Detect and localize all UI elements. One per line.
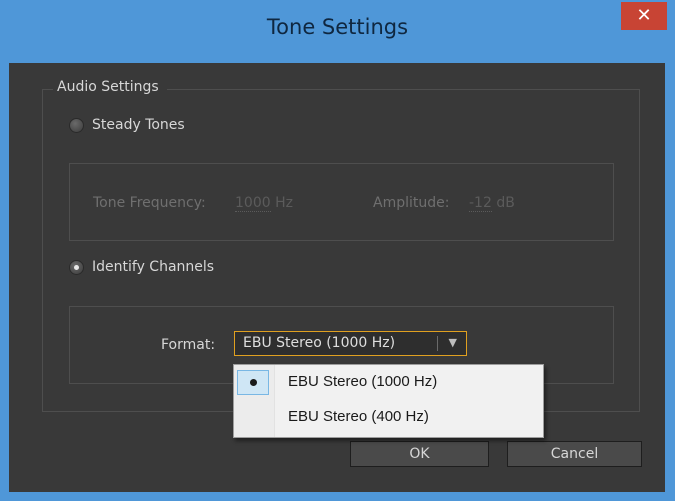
tone-frequency-label: Tone Frequency:: [93, 195, 206, 211]
dropdown-option[interactable]: EBU Stereo (1000 Hz): [234, 366, 543, 399]
tone-frequency-unit: Hz: [275, 195, 293, 211]
format-select[interactable]: EBU Stereo (1000 Hz) ▼: [234, 331, 467, 356]
audio-settings-label: Audio Settings: [53, 79, 167, 95]
amplitude-value: -12 dB: [469, 195, 515, 212]
dialog-title: Tone Settings: [266, 15, 409, 39]
tone-frequency-value: 1000 Hz: [235, 195, 293, 212]
dropdown-option-label: EBU Stereo (400 Hz): [288, 408, 429, 425]
title-bar[interactable]: Tone Settings ✕: [0, 0, 675, 62]
amplitude-label: Amplitude:: [373, 195, 450, 211]
tone-frequency-number: 1000: [235, 195, 271, 212]
identify-channels-radio[interactable]: [69, 259, 84, 275]
close-button[interactable]: ✕: [621, 2, 667, 30]
checked-indicator: [237, 370, 269, 395]
format-label: Format:: [161, 337, 216, 353]
dropdown-option[interactable]: EBU Stereo (400 Hz): [234, 401, 543, 434]
steady-tones-radio-row[interactable]: Steady Tones: [69, 117, 185, 133]
dialog-window: Tone Settings ✕ Audio Settings Steady To…: [0, 0, 675, 501]
format-select-value: EBU Stereo (1000 Hz): [243, 335, 396, 351]
cancel-button[interactable]: Cancel: [507, 441, 642, 467]
identify-channels-radio-row[interactable]: Identify Channels: [69, 259, 214, 275]
dropdown-option-label: EBU Stereo (1000 Hz): [288, 373, 438, 390]
bullet-icon: [250, 379, 257, 386]
format-select-divider: [437, 336, 438, 351]
ok-button[interactable]: OK: [350, 441, 489, 467]
amplitude-unit: dB: [496, 195, 515, 211]
amplitude-number: -12: [469, 195, 492, 212]
steady-tones-radio[interactable]: [69, 117, 84, 133]
identify-channels-label: Identify Channels: [92, 259, 215, 275]
steady-tones-label: Steady Tones: [92, 117, 185, 133]
close-icon: ✕: [636, 5, 652, 26]
format-dropdown-menu: EBU Stereo (1000 Hz) EBU Stereo (400 Hz): [233, 364, 544, 438]
chevron-down-icon[interactable]: ▼: [449, 336, 457, 349]
